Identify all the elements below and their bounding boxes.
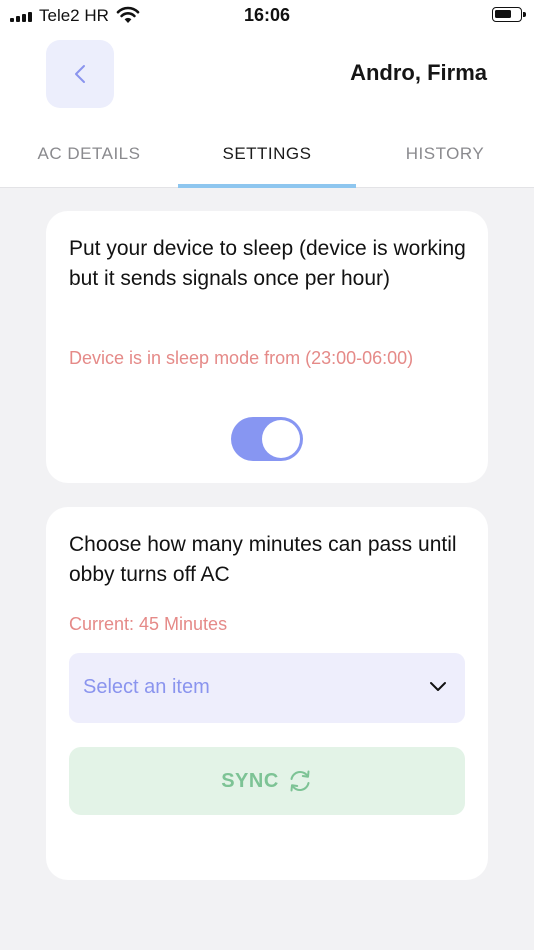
back-button[interactable] (46, 40, 114, 108)
minutes-select[interactable]: Select an item (69, 653, 465, 723)
status-time: 16:06 (243, 5, 291, 25)
toggle-knob (262, 420, 300, 458)
tab-settings[interactable]: SETTINGS (178, 144, 356, 164)
sleep-mode-status: Device is in sleep mode from (23:00-06:0… (69, 348, 414, 368)
refresh-icon (290, 770, 310, 792)
sleep-mode-card: Put your device to sleep (device is work… (46, 211, 488, 483)
sleep-mode-toggle[interactable] (231, 417, 303, 461)
sync-button[interactable]: SYNC (69, 747, 465, 815)
current-minutes: Current: 45 Minutes (69, 614, 228, 634)
tab-history[interactable]: HISTORY (356, 144, 534, 164)
auto-off-description: Choose how many minutes can pass until o… (69, 533, 457, 586)
chevron-down-icon (430, 682, 446, 691)
page-title: Andro, Firma (350, 60, 487, 85)
active-tab-indicator (178, 184, 356, 188)
tab-ac-details[interactable]: AC DETAILS (0, 144, 178, 164)
status-bar: Tele2 HR 16:06 (0, 0, 534, 32)
chevron-left-icon (75, 65, 85, 83)
tab-bar: AC DETAILS SETTINGS HISTORY (0, 140, 534, 188)
sync-label: SYNC (221, 769, 279, 792)
select-placeholder: Select an item (83, 676, 210, 698)
battery-icon (492, 7, 526, 22)
auto-off-card: Choose how many minutes can pass until o… (46, 507, 488, 880)
top-panel: Tele2 HR 16:06 Andro, Firma AC DETAILS S… (0, 0, 534, 188)
sleep-mode-description: Put your device to sleep (device is work… (69, 237, 466, 290)
